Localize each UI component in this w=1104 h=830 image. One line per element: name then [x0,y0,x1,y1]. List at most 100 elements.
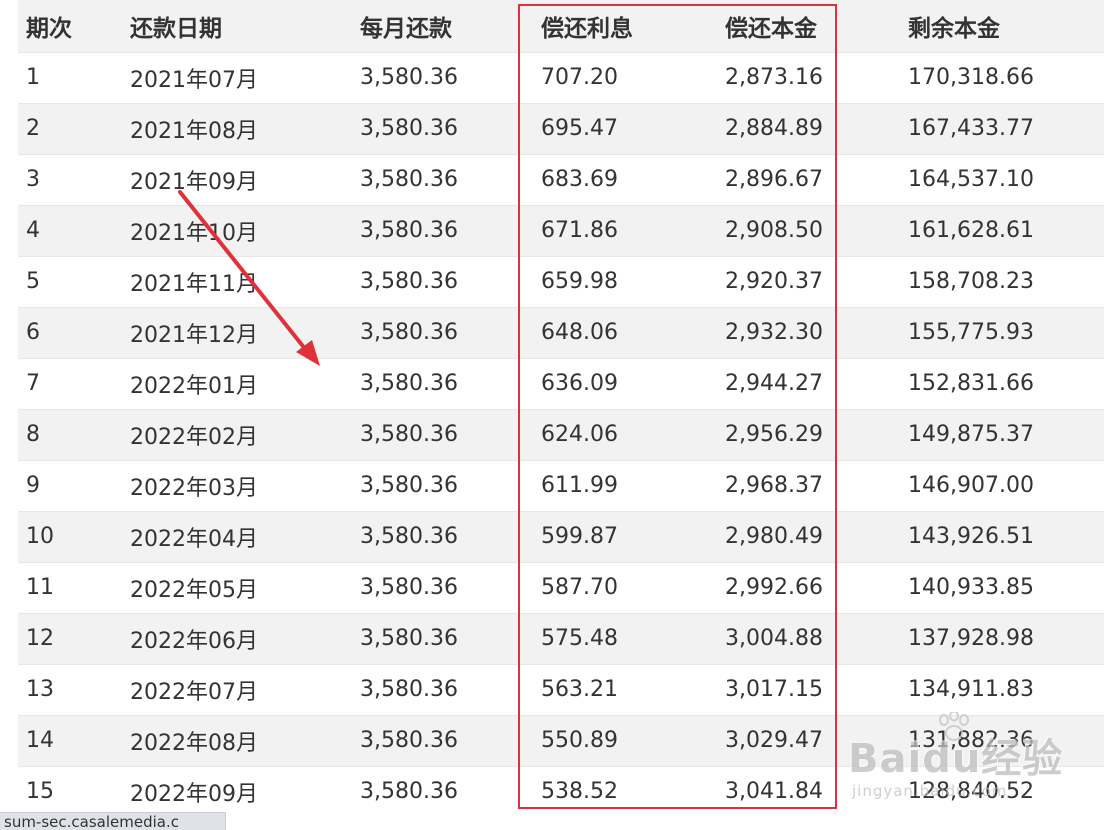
cell-interest: 671.86 [533,204,717,256]
cell-period: 2 [18,102,122,154]
cell-remaining: 155,775.93 [900,306,1104,358]
table-row: 1 2021年07月 3,580.36 707.20 2,873.16 170,318.6… [18,51,1104,103]
cell-remaining: 161,628.61 [900,204,1104,256]
cell-period: 10 [18,510,122,562]
header-principal: 偿还本金 [725,15,817,42]
header-date: 还款日期 [130,15,222,42]
cell-interest: 624.06 [533,408,717,460]
cell-period: 15 [18,765,122,817]
table-row: 8 2022年02月 3,580.36 624.06 2,956.29 149,875.3… [18,408,1104,460]
cell-monthly-payment: 3,580.36 [352,408,533,460]
cell-date: 2021年12月 [122,306,352,358]
table-row: 7 2022年01月 3,580.36 636.09 2,944.27 152,831.6… [18,357,1104,409]
cell-remaining: 131,882.36 [900,714,1104,766]
cell-monthly-payment: 3,580.36 [352,255,533,307]
header-monthly-payment: 每月还款 [360,15,452,42]
cell-principal: 2,920.37 [717,255,900,307]
cell-monthly-payment: 3,580.36 [352,306,533,358]
table-row: 3 2021年09月 3,580.36 683.69 2,896.67 164,537.1… [18,153,1104,205]
cell-remaining: 152,831.66 [900,357,1104,409]
cell-interest: 587.70 [533,561,717,613]
cell-interest: 575.48 [533,612,717,664]
cell-interest: 599.87 [533,510,717,562]
table-row: 10 2022年04月 3,580.36 599.87 2,980.49 143,926.… [18,510,1104,562]
cell-principal: 3,004.88 [717,612,900,664]
table-row: 6 2021年12月 3,580.36 648.06 2,932.30 155,775.9… [18,306,1104,358]
cell-interest: 550.89 [533,714,717,766]
cell-interest: 695.47 [533,102,717,154]
cell-interest: 707.20 [533,51,717,103]
table-row: 13 2022年07月 3,580.36 563.21 3,017.15 134,911.… [18,663,1104,715]
cell-principal: 2,873.16 [717,51,900,103]
cell-period: 13 [18,663,122,715]
cell-monthly-payment: 3,580.36 [352,102,533,154]
cell-remaining: 164,537.10 [900,153,1104,205]
cell-date: 2022年06月 [122,612,352,664]
table-row: 14 2022年08月 3,580.36 550.89 3,029.47 131,882.… [18,714,1104,766]
cell-interest: 563.21 [533,663,717,715]
table-row: 11 2022年05月 3,580.36 587.70 2,992.66 140,933.… [18,561,1104,613]
cell-period: 7 [18,357,122,409]
cell-principal: 2,980.49 [717,510,900,562]
cell-period: 9 [18,459,122,511]
cell-monthly-payment: 3,580.36 [352,663,533,715]
cell-principal: 2,932.30 [717,306,900,358]
cell-date: 2021年10月 [122,204,352,256]
cell-interest: 683.69 [533,153,717,205]
cell-remaining: 158,708.23 [900,255,1104,307]
cell-monthly-payment: 3,580.36 [352,561,533,613]
repayment-table: 期次 还款日期 每月还款 偿还利息 偿还本金 剩余本金 1 2021年07月 3,5… [18,0,1104,817]
cell-remaining: 134,911.83 [900,663,1104,715]
cell-date: 2021年07月 [122,51,352,103]
cell-period: 11 [18,561,122,613]
cell-remaining: 170,318.66 [900,51,1104,103]
cell-date: 2022年04月 [122,510,352,562]
cell-date: 2022年05月 [122,561,352,613]
cell-remaining: 149,875.37 [900,408,1104,460]
cell-monthly-payment: 3,580.36 [352,714,533,766]
cell-date: 2021年11月 [122,255,352,307]
cell-interest: 538.52 [533,765,717,817]
cell-period: 12 [18,612,122,664]
cell-remaining: 140,933.85 [900,561,1104,613]
cell-date: 2022年02月 [122,408,352,460]
cell-interest: 636.09 [533,357,717,409]
cell-period: 6 [18,306,122,358]
cell-period: 3 [18,153,122,205]
cell-interest: 659.98 [533,255,717,307]
cell-remaining: 143,926.51 [900,510,1104,562]
repayment-schedule: 期次 还款日期 每月还款 偿还利息 偿还本金 剩余本金 1 2021年07月 3,5… [18,0,1104,817]
cell-date: 2022年08月 [122,714,352,766]
header-interest: 偿还利息 [541,15,633,42]
table-row: 2 2021年08月 3,580.36 695.47 2,884.89 167,433.7… [18,102,1104,154]
cell-monthly-payment: 3,580.36 [352,612,533,664]
header-period: 期次 [26,15,72,42]
cell-period: 4 [18,204,122,256]
cell-date: 2021年08月 [122,102,352,154]
cell-remaining: 128,840.52 [900,765,1104,817]
cell-principal: 2,908.50 [717,204,900,256]
table-row: 15 2022年09月 3,580.36 538.52 3,041.84 128,840.… [18,765,1104,817]
cell-monthly-payment: 3,580.36 [352,510,533,562]
cell-date: 2022年03月 [122,459,352,511]
cell-interest: 611.99 [533,459,717,511]
cell-monthly-payment: 3,580.36 [352,459,533,511]
table-row: 12 2022年06月 3,580.36 575.48 3,004.88 137,928.… [18,612,1104,664]
cell-principal: 3,017.15 [717,663,900,715]
cell-principal: 2,884.89 [717,102,900,154]
cell-date: 2022年01月 [122,357,352,409]
cell-period: 8 [18,408,122,460]
cell-monthly-payment: 3,580.36 [352,765,533,817]
cell-period: 1 [18,51,122,103]
table-row: 5 2021年11月 3,580.36 659.98 2,920.37 158,708.2… [18,255,1104,307]
cell-principal: 2,944.27 [717,357,900,409]
cell-monthly-payment: 3,580.36 [352,204,533,256]
cell-principal: 2,896.67 [717,153,900,205]
cell-date: 2022年09月 [122,765,352,817]
table-header-row: 期次 还款日期 每月还款 偿还利息 偿还本金 剩余本金 [18,0,1104,52]
cell-period: 14 [18,714,122,766]
header-remaining: 剩余本金 [908,15,1000,42]
cell-remaining: 167,433.77 [900,102,1104,154]
cell-period: 5 [18,255,122,307]
cell-interest: 648.06 [533,306,717,358]
